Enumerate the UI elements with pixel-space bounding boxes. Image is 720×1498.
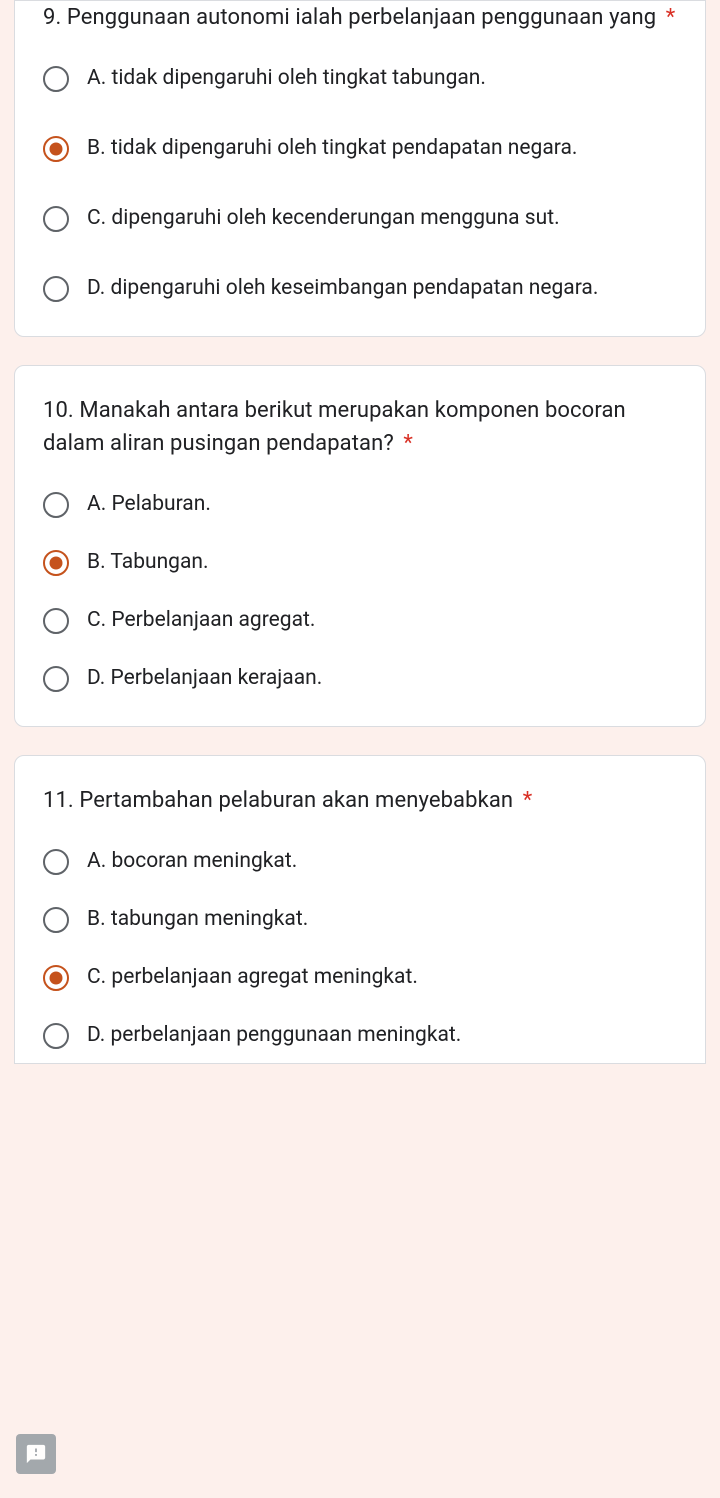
option-a[interactable]: A. Pelaburan. xyxy=(43,488,677,522)
option-b[interactable]: B. Tabungan. xyxy=(43,546,677,580)
options-group: A. tidak dipengaruhi oleh tingkat tabung… xyxy=(43,62,677,306)
option-label: C. Perbelanjaan agregat. xyxy=(87,606,315,635)
option-d[interactable]: D. Perbelanjaan kerajaan. xyxy=(43,662,677,696)
question-card-10: 10. Manakah antara berikut merupakan kom… xyxy=(14,365,706,727)
question-title: 11. Pertambahan pelaburan akan menyebabk… xyxy=(43,784,677,817)
option-label: A. bocoran meningkat. xyxy=(87,847,297,876)
option-a[interactable]: A. bocoran meningkat. xyxy=(43,845,677,879)
option-label: A. tidak dipengaruhi oleh tingkat tabung… xyxy=(87,64,486,93)
radio-icon xyxy=(43,66,69,92)
option-c[interactable]: C. perbelanjaan agregat meningkat. xyxy=(43,961,677,995)
radio-icon xyxy=(43,608,69,634)
option-c[interactable]: C. Perbelanjaan agregat. xyxy=(43,604,677,638)
required-indicator: * xyxy=(523,788,533,813)
option-label: D. perbelanjaan penggunaan meningkat. xyxy=(87,1021,461,1050)
question-card-9: 9. Penggunaan autonomi ialah perbelanjaa… xyxy=(14,0,706,337)
report-problem-button[interactable] xyxy=(16,1434,56,1474)
option-label: A. Pelaburan. xyxy=(87,490,211,519)
option-label: C. dipengaruhi oleh kecenderungan menggu… xyxy=(87,204,560,233)
radio-icon xyxy=(43,907,69,933)
alert-icon xyxy=(25,1443,47,1465)
question-title: 10. Manakah antara berikut merupakan kom… xyxy=(43,394,677,460)
option-label: B. tidak dipengaruhi oleh tingkat pendap… xyxy=(87,134,577,163)
radio-icon xyxy=(43,1023,69,1049)
radio-icon xyxy=(43,276,69,302)
option-label: D. Perbelanjaan kerajaan. xyxy=(87,664,322,693)
option-label: D. dipengaruhi oleh keseimbangan pendapa… xyxy=(87,274,598,303)
option-b[interactable]: B. tabungan meningkat. xyxy=(43,903,677,937)
option-label: B. tabungan meningkat. xyxy=(87,905,308,934)
radio-icon xyxy=(43,136,69,162)
option-c[interactable]: C. dipengaruhi oleh kecenderungan menggu… xyxy=(43,202,677,236)
question-title: 9. Penggunaan autonomi ialah perbelanjaa… xyxy=(43,1,677,34)
question-text: 9. Penggunaan autonomi ialah perbelanjaa… xyxy=(43,5,656,30)
option-d[interactable]: D. dipengaruhi oleh keseimbangan pendapa… xyxy=(43,272,677,306)
question-text: 10. Manakah antara berikut merupakan kom… xyxy=(43,398,626,456)
radio-icon xyxy=(43,965,69,991)
radio-icon xyxy=(43,206,69,232)
question-text: 11. Pertambahan pelaburan akan menyebabk… xyxy=(43,788,513,813)
radio-icon xyxy=(43,666,69,692)
required-indicator: * xyxy=(666,5,676,30)
options-group: A. Pelaburan. B. Tabungan. C. Perbelanja… xyxy=(43,488,677,696)
options-group: A. bocoran meningkat. B. tabungan mening… xyxy=(43,845,677,1053)
required-indicator: * xyxy=(403,431,413,456)
radio-icon xyxy=(43,492,69,518)
option-b[interactable]: B. tidak dipengaruhi oleh tingkat pendap… xyxy=(43,132,677,166)
option-d[interactable]: D. perbelanjaan penggunaan meningkat. xyxy=(43,1019,677,1053)
option-label: B. Tabungan. xyxy=(87,548,209,577)
radio-icon xyxy=(43,849,69,875)
option-a[interactable]: A. tidak dipengaruhi oleh tingkat tabung… xyxy=(43,62,677,96)
question-card-11: 11. Pertambahan pelaburan akan menyebabk… xyxy=(14,755,706,1064)
radio-icon xyxy=(43,550,69,576)
option-label: C. perbelanjaan agregat meningkat. xyxy=(87,963,418,992)
